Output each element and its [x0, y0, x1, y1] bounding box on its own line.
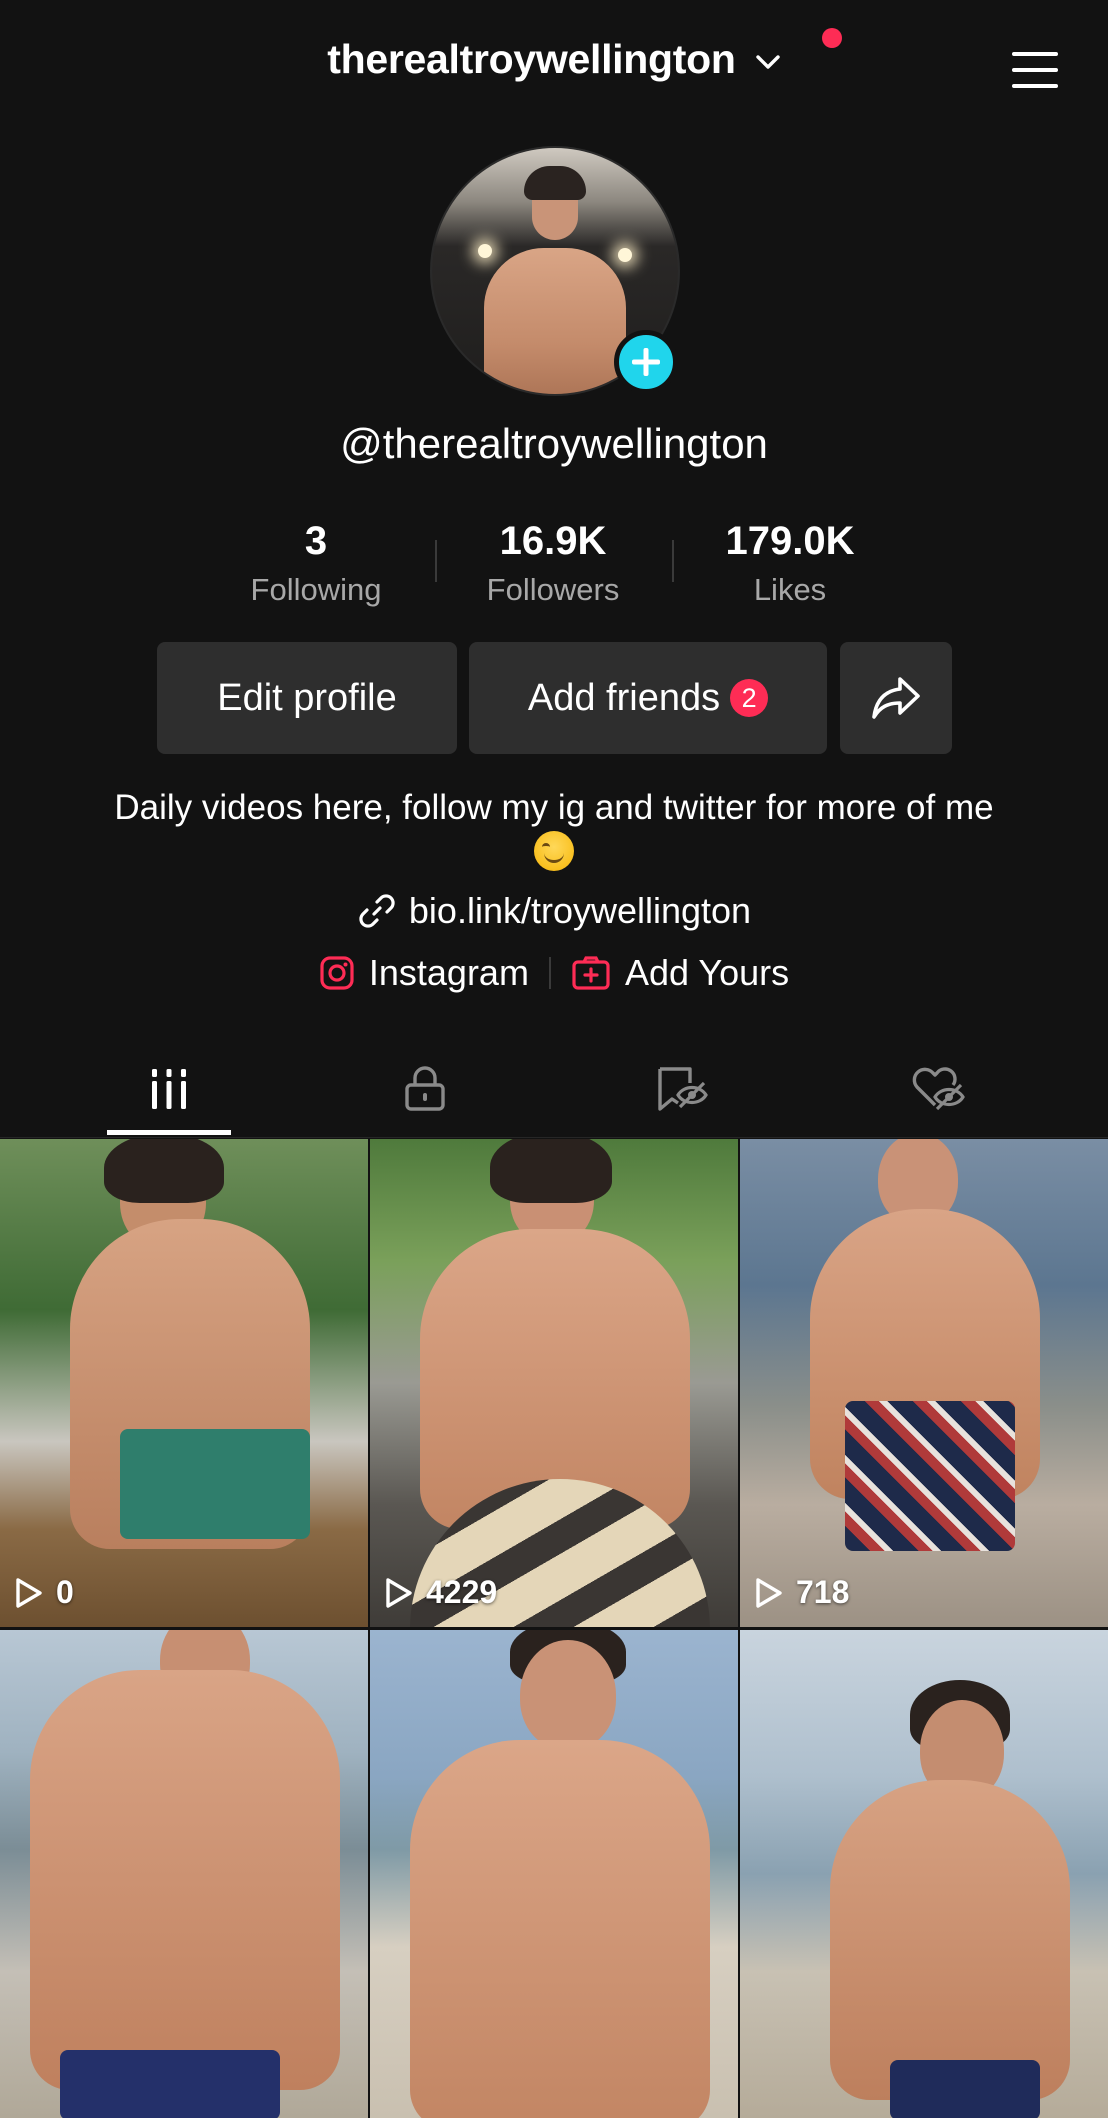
social-separator — [548, 957, 551, 989]
bio: Daily videos here, follow my ig and twit… — [90, 786, 1018, 874]
stat-divider — [672, 540, 674, 582]
stat-following[interactable]: 3 Following — [206, 514, 426, 610]
add-yours-label: Add Yours — [624, 952, 790, 993]
chevron-down-icon — [756, 55, 780, 69]
play-icon — [756, 1577, 782, 1608]
view-count: 4229 — [426, 1574, 498, 1610]
video-views: 718 — [754, 1574, 849, 1611]
instagram-icon — [320, 956, 354, 990]
view-count: 718 — [796, 1574, 850, 1610]
videos-grid-icon — [152, 1069, 186, 1109]
username-title: therealtroywellington — [327, 36, 736, 82]
favorites-hidden-icon — [658, 1067, 708, 1111]
instagram-label: Instagram — [368, 952, 529, 993]
smiling-face-emoji-icon — [534, 831, 574, 871]
bio-link[interactable]: bio.link/troywellington — [0, 890, 1108, 932]
link-icon — [359, 894, 395, 928]
video-views: 4229 — [384, 1574, 497, 1611]
video-thumbnail[interactable] — [0, 1630, 368, 2118]
share-profile-button[interactable] — [840, 642, 952, 754]
profile-tabs — [0, 1040, 1108, 1138]
notification-dot — [822, 28, 842, 48]
stat-value: 3 — [304, 519, 328, 563]
menu-icon[interactable] — [1010, 50, 1060, 90]
video-thumbnail[interactable]: 718 — [740, 1139, 1108, 1627]
tabs-divider — [0, 1137, 1108, 1138]
tab-videos[interactable] — [69, 1040, 269, 1138]
active-tab-indicator — [107, 1130, 231, 1135]
play-icon — [386, 1577, 412, 1608]
stat-divider — [435, 540, 437, 582]
stat-label: Likes — [753, 572, 827, 607]
liked-hidden-icon — [912, 1067, 965, 1111]
play-icon — [16, 1577, 42, 1608]
profile-handle: @therealtroywellington — [340, 420, 768, 467]
video-views: 0 — [14, 1574, 74, 1611]
instagram-link[interactable]: Instagram — [319, 952, 529, 994]
video-thumbnail[interactable] — [740, 1630, 1108, 2118]
edit-profile-label: Edit profile — [217, 676, 397, 719]
tab-favorites[interactable] — [582, 1040, 782, 1138]
edit-profile-button[interactable]: Edit profile — [157, 642, 457, 754]
stat-label: Following — [250, 572, 382, 607]
stat-value: 16.9K — [499, 519, 607, 563]
bio-text: Daily videos here, follow my ig and twit… — [114, 788, 994, 827]
share-arrow-icon — [872, 677, 920, 719]
tab-liked[interactable] — [838, 1040, 1038, 1138]
stat-followers[interactable]: 16.9K Followers — [443, 514, 663, 610]
stat-label: Followers — [486, 572, 620, 607]
bio-link-text: bio.link/troywellington — [408, 890, 752, 931]
add-friends-button[interactable]: Add friends 2 — [469, 642, 827, 754]
video-thumbnail[interactable]: 4229 — [370, 1139, 738, 1627]
add-story-plus-icon[interactable] — [614, 330, 678, 394]
add-friends-label: Add friends — [527, 676, 721, 719]
video-thumbnail[interactable]: 0 — [0, 1139, 368, 1627]
stat-value: 179.0K — [725, 519, 855, 563]
lock-icon — [405, 1066, 445, 1111]
stat-likes[interactable]: 179.0K Likes — [680, 514, 900, 610]
video-thumbnail[interactable] — [370, 1630, 738, 2118]
tab-private[interactable] — [325, 1040, 525, 1138]
profile-username-switcher[interactable]: therealtroywellington — [0, 36, 1108, 83]
social-links: Instagram Add Yours — [0, 952, 1108, 994]
add-friends-badge: 2 — [730, 679, 769, 717]
add-yours-link[interactable]: Add Yours — [571, 952, 789, 994]
view-count: 0 — [56, 1574, 74, 1610]
add-yours-icon — [572, 956, 610, 990]
